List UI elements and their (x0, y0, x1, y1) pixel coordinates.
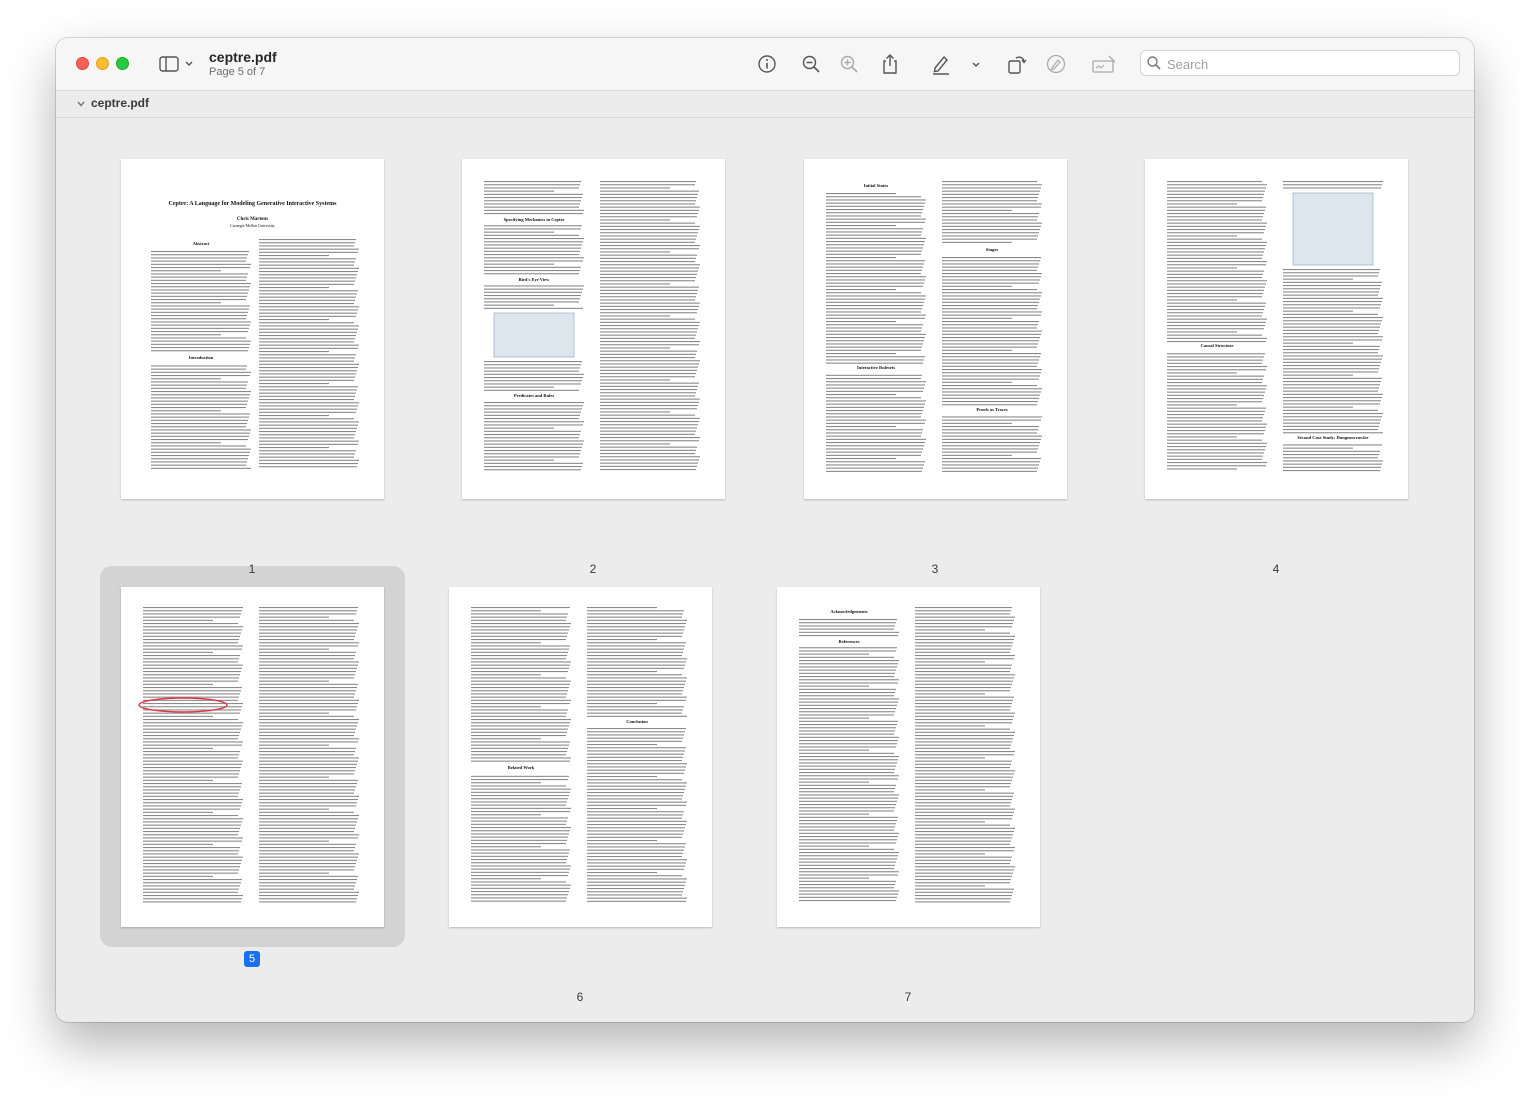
page-number-5-selected: 5 (244, 951, 260, 967)
page-2-section-heading: Bird's Eye View (518, 277, 550, 282)
rotate-icon (1008, 56, 1027, 74)
page-4-section-heading: Second Case Study: Dungeoncrawler (1297, 435, 1369, 440)
rotate-button[interactable] (1004, 52, 1028, 76)
highlight-button[interactable] (929, 52, 953, 76)
page-1-affiliation: Carnegie Mellon University (230, 223, 275, 228)
info-button[interactable] (755, 52, 779, 76)
page-3-section-heading: Proofs as Traces (976, 407, 1008, 412)
share-button[interactable] (878, 52, 902, 76)
page-4-text-lines (1167, 181, 1383, 472)
page-number-7: 7 (904, 990, 912, 1004)
signature-icon (1092, 55, 1116, 73)
page-number-1: 1 (248, 562, 256, 576)
zoom-button[interactable] (116, 57, 129, 70)
page-number-4: 4 (1272, 562, 1280, 576)
page-3-section-heading: Stages (985, 247, 999, 252)
page-number-3: 3 (931, 562, 939, 576)
document-header[interactable]: ceptre.pdf (56, 91, 1474, 118)
close-button[interactable] (76, 57, 89, 70)
page-grid: Ceptre: A Language for Modeling Generati… (56, 118, 1474, 1022)
document-name: ceptre.pdf (91, 96, 150, 110)
toolbar: ceptre.pdf Page 5 of 7 (56, 38, 1474, 91)
page-3-section-heading: Interactive Rulesets (856, 365, 896, 370)
page-thumbnail-7[interactable]: Acknowledgements References (777, 587, 1040, 927)
page-1-title: Ceptre: A Language for Modeling Generati… (168, 201, 337, 207)
page-6-text-lines (471, 607, 687, 902)
document-title: ceptre.pdf (209, 49, 277, 65)
preview-window: ceptre.pdf Page 5 of 7 Search ceptre.pdf… (56, 38, 1474, 1022)
page-1-section-heading: Introduction (188, 355, 214, 360)
zoom-out-button[interactable] (799, 52, 823, 76)
page-7-section-heading: Acknowledgements (830, 609, 868, 614)
page-thumbnail-5[interactable] (121, 587, 384, 927)
page-2-text-lines (484, 181, 700, 471)
page-thumbnail-4[interactable]: Causal Structure Second Case Study: Dunge… (1145, 159, 1408, 499)
page-6-section-heading: Conclusion (626, 719, 648, 724)
chevron-down-icon (972, 62, 980, 67)
page-2-section-heading: Predicates and Rules (513, 393, 555, 398)
page-5-text-lines (138, 607, 359, 903)
page-4-section-heading: Causal Structure (1200, 343, 1234, 348)
chevron-down-icon[interactable] (76, 99, 86, 109)
share-icon (883, 54, 897, 74)
search-input[interactable] (1165, 54, 1449, 74)
page-number-6: 6 (576, 990, 584, 1004)
sidebar-toggle-button[interactable] (156, 52, 196, 76)
zoom-out-icon (802, 55, 820, 73)
page-6-section-heading: Related Work (507, 765, 535, 770)
highlight-pen-icon (933, 55, 949, 75)
page-indicator: Page 5 of 7 (209, 66, 266, 78)
page-thumbnail-1[interactable]: Ceptre: A Language for Modeling Generati… (121, 159, 384, 499)
page-7-section-heading: References (838, 639, 860, 644)
page-number-2: 2 (589, 562, 597, 576)
page-thumbnail-3[interactable]: Initial States Interactive Rulesets Stages… (804, 159, 1067, 499)
minimize-button[interactable] (96, 57, 109, 70)
page-7-text-lines (799, 607, 1015, 903)
page-3-text-lines (826, 181, 1042, 472)
page-1-author: Chris Martens (236, 217, 269, 222)
zoom-in-icon (840, 55, 858, 73)
page-thumbnail-6[interactable]: Related Work Conclusion (449, 587, 712, 927)
highlight-options-button[interactable] (968, 52, 984, 76)
info-icon (758, 55, 776, 73)
page-1-section-heading: Abstract (192, 241, 210, 246)
sidebar-toggle-icon (159, 56, 193, 72)
page-1-text-lines (151, 239, 359, 469)
signature-button[interactable] (1090, 52, 1118, 76)
markup-button[interactable] (1044, 52, 1068, 76)
search-icon (1147, 56, 1161, 70)
search-field[interactable] (1140, 50, 1460, 76)
page-2-section-heading: Specifying Mechanics in Ceptre (503, 217, 565, 222)
page-thumbnail-2[interactable]: Specifying Mechanics in Ceptre Bird's Eye… (462, 159, 725, 499)
zoom-in-button[interactable] (837, 52, 861, 76)
markup-icon (1046, 54, 1066, 74)
page-3-section-heading: Initial States (863, 183, 889, 188)
